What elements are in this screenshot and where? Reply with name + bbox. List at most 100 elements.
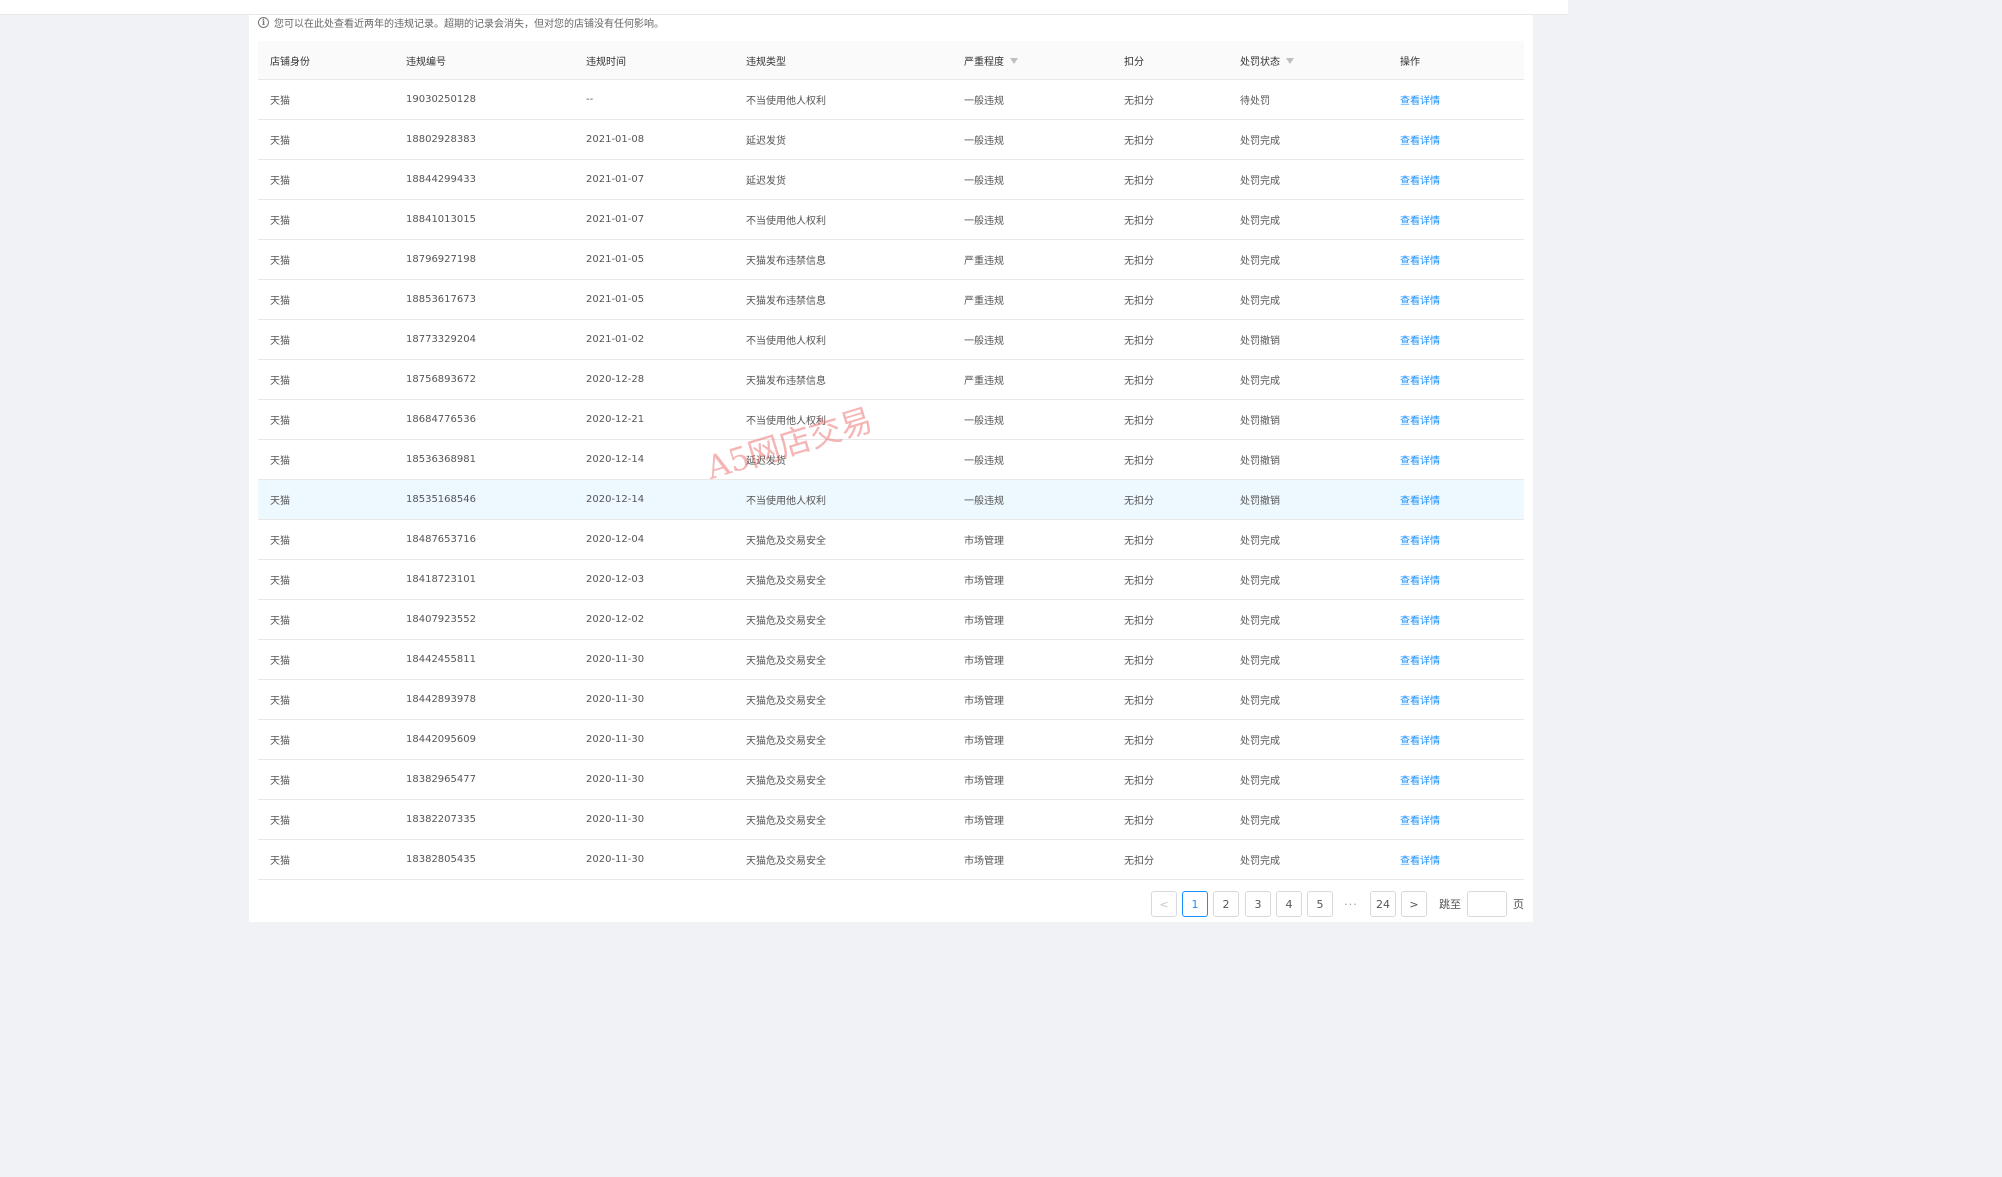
next-page-button[interactable]: > (1401, 891, 1427, 917)
cell-severity: 一般违规 (964, 216, 1004, 227)
table-row: 天猫 18442893978 2020-11-30 天猫危及交易安全 市场管理 无扣分 处罚… (258, 680, 1524, 720)
table-row: 天猫 18442455811 2020-11-30 天猫危及交易安全 市场管理 无扣分 处罚… (258, 640, 1524, 680)
cell-status: 处罚完成 (1240, 216, 1280, 227)
cell-action: 查看详情 (1388, 292, 1524, 307)
cell-status: 处罚撤销 (1240, 416, 1280, 427)
view-details-link[interactable]: 查看详情 (1400, 616, 1440, 627)
view-details-link[interactable]: 查看详情 (1400, 736, 1440, 747)
cell-severity: 市场管理 (964, 696, 1004, 707)
cell-shop: 天猫 (270, 576, 290, 587)
cell-action: 查看详情 (1388, 812, 1524, 827)
cell-time: 2020-12-14 (586, 454, 645, 465)
view-details-link[interactable]: 查看详情 (1400, 456, 1440, 467)
cell-time: 2020-12-02 (586, 614, 645, 625)
cell-type: 天猫危及交易安全 (746, 816, 826, 827)
table-header: 店铺身份 违规编号 违规时间 违规类型 严重程度 扣分 处罚状态 操作 (258, 41, 1524, 80)
view-details-link[interactable]: 查看详情 (1400, 136, 1440, 147)
cell-action: 查看详情 (1388, 332, 1524, 347)
cell-severity: 市场管理 (964, 736, 1004, 747)
violation-records-panel: i 您可以在此处查看近两年的违规记录。超期的记录会消失，但对您的店铺没有任何影响… (249, 15, 1533, 922)
view-details-link[interactable]: 查看详情 (1400, 416, 1440, 427)
view-details-link[interactable]: 查看详情 (1400, 776, 1440, 787)
page-ellipsis[interactable]: ··· (1338, 891, 1364, 917)
cell-status: 处罚完成 (1240, 576, 1280, 587)
page-button-last[interactable]: 24 (1370, 891, 1396, 917)
view-details-link[interactable]: 查看详情 (1400, 296, 1440, 307)
jump-page-input[interactable] (1467, 891, 1507, 917)
notice-text: 您可以在此处查看近两年的违规记录。超期的记录会消失，但对您的店铺没有任何影响。 (274, 18, 664, 30)
cell-severity: 市场管理 (964, 576, 1004, 587)
cell-id: 18536368981 (406, 454, 476, 465)
filter-icon[interactable] (1010, 58, 1018, 64)
table-row: 天猫 19030250128 -- 不当使用他人权利 一般违规 无扣分 待处罚 查看详情 (258, 80, 1524, 120)
cell-id: 18407923552 (406, 614, 476, 625)
filter-icon[interactable] (1286, 58, 1294, 64)
cell-id: 18442893978 (406, 694, 476, 705)
view-details-link[interactable]: 查看详情 (1400, 696, 1440, 707)
violation-table: 店铺身份 违规编号 违规时间 违规类型 严重程度 扣分 处罚状态 操作 天猫 19… (258, 41, 1524, 880)
table-row: 天猫 18802928383 2021-01-08 延迟发货 一般违规 无扣分 处罚完成 查看… (258, 120, 1524, 160)
cell-points: 无扣分 (1124, 856, 1154, 867)
cell-shop: 天猫 (270, 456, 290, 467)
cell-points: 无扣分 (1124, 656, 1154, 667)
table-row: 天猫 18796927198 2021-01-05 天猫发布违禁信息 严重违规 无扣分 处罚… (258, 240, 1524, 280)
cell-action: 查看详情 (1388, 92, 1524, 107)
cell-shop: 天猫 (270, 256, 290, 267)
page-button-2[interactable]: 2 (1213, 891, 1239, 917)
info-icon: i (258, 16, 269, 28)
top-bar (0, 0, 1568, 15)
view-details-link[interactable]: 查看详情 (1400, 496, 1440, 507)
cell-points: 无扣分 (1124, 416, 1154, 427)
cell-shop: 天猫 (270, 736, 290, 747)
cell-type: 不当使用他人权利 (746, 96, 826, 107)
cell-severity: 市场管理 (964, 776, 1004, 787)
view-details-link[interactable]: 查看详情 (1400, 536, 1440, 547)
cell-action: 查看详情 (1388, 172, 1524, 187)
cell-action: 查看详情 (1388, 652, 1524, 667)
view-details-link[interactable]: 查看详情 (1400, 376, 1440, 387)
view-details-link[interactable]: 查看详情 (1400, 176, 1440, 187)
cell-status: 处罚完成 (1240, 656, 1280, 667)
view-details-link[interactable]: 查看详情 (1400, 216, 1440, 227)
cell-shop: 天猫 (270, 536, 290, 547)
view-details-link[interactable]: 查看详情 (1400, 576, 1440, 587)
cell-severity: 严重违规 (964, 256, 1004, 267)
cell-severity: 严重违规 (964, 376, 1004, 387)
cell-points: 无扣分 (1124, 576, 1154, 587)
page-button-3[interactable]: 3 (1245, 891, 1271, 917)
cell-action: 查看详情 (1388, 692, 1524, 707)
cell-severity: 一般违规 (964, 456, 1004, 467)
cell-status: 处罚完成 (1240, 776, 1280, 787)
cell-points: 无扣分 (1124, 136, 1154, 147)
view-details-link[interactable]: 查看详情 (1400, 856, 1440, 867)
cell-shop: 天猫 (270, 376, 290, 387)
cell-type: 延迟发货 (746, 176, 786, 187)
cell-severity: 市场管理 (964, 816, 1004, 827)
page-button-5[interactable]: 5 (1307, 891, 1333, 917)
cell-shop: 天猫 (270, 496, 290, 507)
cell-severity: 一般违规 (964, 176, 1004, 187)
cell-severity: 市场管理 (964, 536, 1004, 547)
view-details-link[interactable]: 查看详情 (1400, 816, 1440, 827)
cell-id: 18844299433 (406, 174, 476, 185)
cell-shop: 天猫 (270, 416, 290, 427)
prev-page-button[interactable]: < (1151, 891, 1177, 917)
view-details-link[interactable]: 查看详情 (1400, 96, 1440, 107)
cell-type: 天猫危及交易安全 (746, 696, 826, 707)
cell-time: 2021-01-07 (586, 214, 645, 225)
header-time: 违规时间 (586, 56, 626, 68)
view-details-link[interactable]: 查看详情 (1400, 656, 1440, 667)
header-type: 违规类型 (746, 56, 786, 68)
table-row: 天猫 18773329204 2021-01-02 不当使用他人权利 一般违规 无扣分 处罚… (258, 320, 1524, 360)
cell-type: 天猫危及交易安全 (746, 656, 826, 667)
view-details-link[interactable]: 查看详情 (1400, 336, 1440, 347)
cell-shop: 天猫 (270, 816, 290, 827)
cell-id: 18773329204 (406, 334, 476, 345)
cell-shop: 天猫 (270, 656, 290, 667)
cell-points: 无扣分 (1124, 736, 1154, 747)
view-details-link[interactable]: 查看详情 (1400, 256, 1440, 267)
page-button-1[interactable]: 1 (1182, 891, 1208, 917)
page-button-4[interactable]: 4 (1276, 891, 1302, 917)
cell-id: 18802928383 (406, 134, 476, 145)
header-action: 操作 (1400, 56, 1420, 68)
